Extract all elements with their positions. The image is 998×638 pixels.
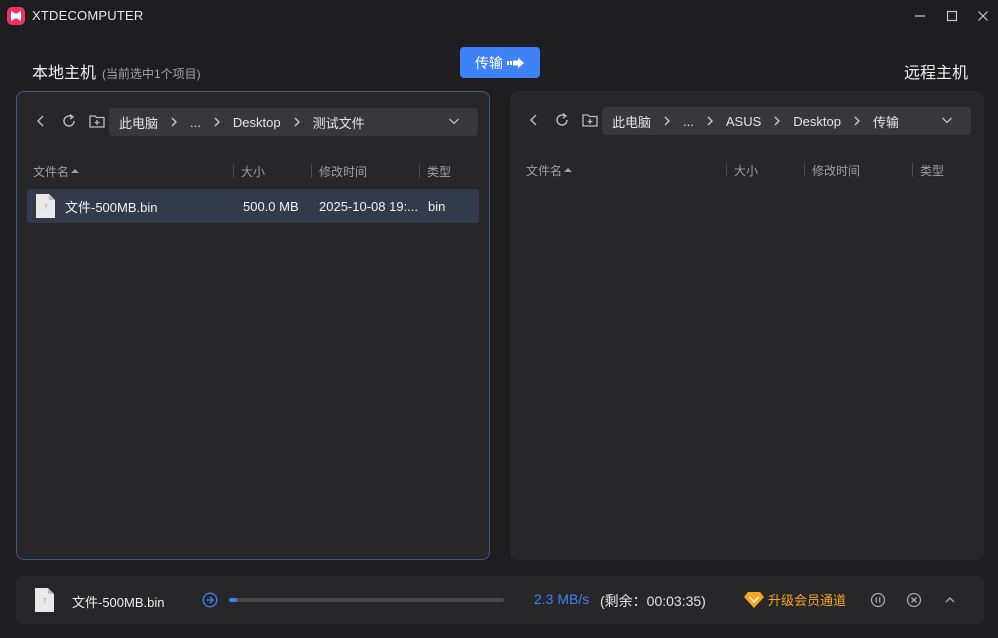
column-size-label: 大小 [734, 163, 759, 178]
transfer-button-label: 传输 [475, 54, 503, 71]
chevron-right-icon [663, 116, 671, 126]
local-path-bar: 此电脑 ... Desktop 测试文件 [109, 108, 478, 136]
back-icon[interactable] [522, 108, 546, 132]
unknown-file-icon: ? [36, 194, 55, 218]
chevron-right-icon [213, 117, 221, 127]
close-icon[interactable] [973, 6, 993, 26]
transfer-status-bar: ? 文件-500MB.bin 2.3 MB/s (剩余：00:03:35) 升级… [16, 576, 984, 624]
column-divider [233, 164, 234, 178]
upgrade-label: 升级会员通道 [768, 593, 847, 608]
chevron-right-icon [853, 116, 861, 126]
column-type[interactable]: 类型 [920, 161, 944, 179]
column-modified[interactable]: 修改时间 [319, 162, 367, 180]
app-title: XTDECOMPUTER [32, 8, 144, 23]
column-type-label: 类型 [427, 164, 452, 179]
sort-up-icon [71, 169, 80, 173]
maximize-icon[interactable] [942, 6, 962, 26]
column-filename-label: 文件名 [526, 163, 563, 178]
breadcrumb-test-folder[interactable]: 测试文件 [313, 113, 365, 132]
chevron-down-icon[interactable] [941, 114, 953, 129]
local-column-header: 文件名 大小 修改时间 类型 [33, 162, 479, 180]
chevron-right-icon [170, 117, 178, 127]
refresh-icon[interactable] [550, 108, 574, 132]
refresh-icon[interactable] [57, 109, 81, 133]
new-folder-icon[interactable] [85, 109, 109, 133]
transfer-arrow-icon [507, 57, 524, 68]
file-size: 500.0 MB [243, 198, 299, 214]
column-filename[interactable]: 文件名 [526, 161, 573, 179]
transfer-file-name: 文件-500MB.bin [72, 595, 165, 610]
column-filename[interactable]: 文件名 [33, 162, 80, 180]
remote-column-header: 文件名 大小 修改时间 类型 [526, 161, 974, 179]
pause-icon[interactable] [870, 592, 886, 608]
sort-up-icon [564, 168, 573, 172]
column-divider [726, 163, 727, 177]
column-divider [804, 163, 805, 177]
unknown-file-icon: ? [35, 588, 54, 612]
local-host-heading: 本地主机 (当前选中1个项目) [32, 59, 201, 83]
breadcrumb-this-pc[interactable]: 此电脑 [612, 112, 651, 131]
column-modified[interactable]: 修改时间 [812, 161, 860, 179]
diamond-icon [744, 591, 764, 608]
cancel-icon[interactable] [906, 592, 922, 608]
transfer-progress-bar [229, 598, 504, 602]
column-size[interactable]: 大小 [241, 162, 265, 180]
title-bar: XTDECOMPUTER [0, 0, 998, 32]
column-size[interactable]: 大小 [734, 161, 758, 179]
breadcrumb-asus[interactable]: ASUS [726, 114, 761, 129]
chevron-right-icon [773, 116, 781, 126]
column-type-label: 类型 [920, 163, 945, 178]
new-folder-icon[interactable] [578, 108, 602, 132]
remote-host-title: 远程主机 [903, 65, 968, 82]
file-name: 文件-500MB.bin [65, 199, 158, 215]
breadcrumb-transfer-folder[interactable]: 传输 [873, 112, 899, 131]
minimize-icon[interactable] [910, 6, 930, 26]
column-modified-label: 修改时间 [319, 164, 368, 179]
column-modified-label: 修改时间 [812, 163, 861, 178]
local-host-title: 本地主机 [32, 65, 97, 82]
column-divider [311, 164, 312, 178]
table-row[interactable]: ? 文件-500MB.bin 500.0 MB 2025-10-08 19:..… [27, 189, 479, 223]
svg-text:?: ? [43, 597, 47, 605]
app-logo-icon [7, 7, 25, 25]
chevron-right-icon [706, 116, 714, 126]
chevron-down-icon[interactable] [448, 115, 460, 130]
column-size-label: 大小 [241, 164, 266, 179]
chevron-up-icon[interactable] [942, 592, 958, 608]
file-modified: 2025-10-08 19:... [319, 198, 419, 214]
breadcrumb-this-pc[interactable]: 此电脑 [119, 113, 158, 132]
svg-text:?: ? [44, 203, 48, 211]
column-filename-label: 文件名 [33, 164, 70, 179]
upgrade-channel-link[interactable]: 升级会员通道 [744, 590, 846, 609]
local-file-panel: 此电脑 ... Desktop 测试文件 文件名 大小 修改时间 类型 ? 文件… [16, 91, 490, 560]
back-icon[interactable] [29, 109, 53, 133]
breadcrumb-ellipsis[interactable]: ... [683, 114, 694, 129]
file-type: bin [428, 198, 446, 214]
remote-file-panel: 此电脑 ... ASUS Desktop 传输 文件名 大小 修改时间 类型 [510, 91, 984, 560]
column-type[interactable]: 类型 [427, 162, 451, 180]
selection-note: (当前选中1个项目) [102, 67, 201, 81]
remote-path-bar: 此电脑 ... ASUS Desktop 传输 [602, 107, 971, 135]
transfer-button[interactable]: 传输 [460, 47, 540, 78]
transfer-progress-fill [229, 598, 238, 602]
breadcrumb-desktop[interactable]: Desktop [233, 115, 281, 130]
column-divider [912, 163, 913, 177]
chevron-right-icon [293, 117, 301, 127]
column-divider [419, 164, 420, 178]
breadcrumb-desktop[interactable]: Desktop [793, 114, 841, 129]
transfer-remaining: (剩余：00:03:35) [600, 593, 706, 609]
breadcrumb-ellipsis[interactable]: ... [190, 115, 201, 130]
transfer-speed: 2.3 MB/s [534, 591, 590, 607]
upload-arrow-icon [202, 592, 218, 608]
